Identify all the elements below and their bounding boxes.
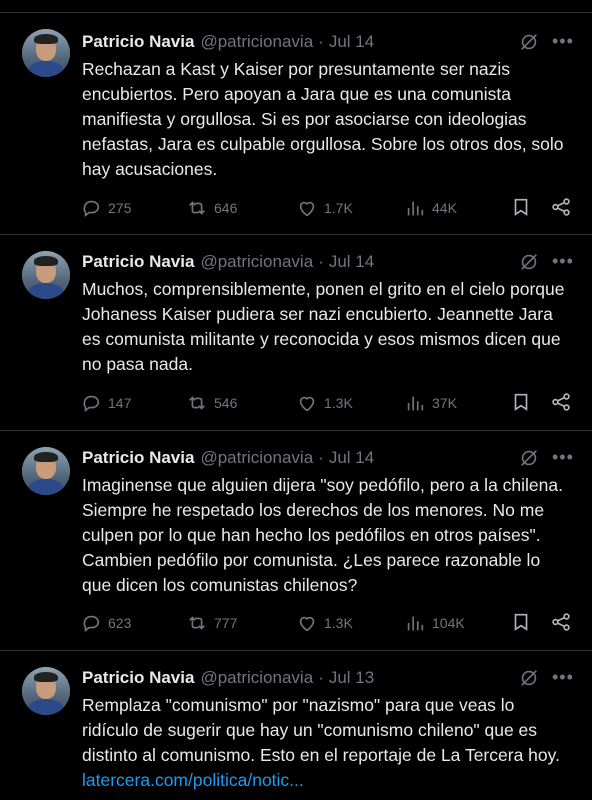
views-icon <box>407 396 424 411</box>
reply-button[interactable]: 623 <box>80 611 131 635</box>
tweet-2[interactable]: Patricio Navia @patricionavia · Jul 14 •… <box>0 234 592 430</box>
repost-icon <box>189 616 205 630</box>
tweet-3[interactable]: Patricio Navia @patricionavia · Jul 14 •… <box>0 430 592 650</box>
like-button[interactable]: 1.3K <box>296 611 353 635</box>
author-name[interactable]: Patricio Navia <box>82 448 194 468</box>
tweet-date[interactable]: Jul 14 <box>329 252 374 272</box>
tweet-date[interactable]: Jul 14 <box>329 448 374 468</box>
repost-icon <box>189 396 205 410</box>
reply-icon <box>83 615 100 632</box>
more-icon[interactable]: ••• <box>552 250 573 272</box>
tweet-link[interactable]: latercera.com/politica/notic... <box>82 770 304 790</box>
reply-icon <box>83 200 100 217</box>
author-name[interactable]: Patricio Navia <box>82 32 194 52</box>
view-count: 37K <box>432 395 457 411</box>
grok-icon[interactable] <box>518 667 540 689</box>
author-handle[interactable]: @patricionavia <box>200 252 313 272</box>
reply-count: 147 <box>108 395 132 411</box>
tweet-text: Imaginense que alguien dijera "soy pedóf… <box>82 475 563 595</box>
repost-icon <box>189 201 205 215</box>
reply-count: 623 <box>108 615 132 631</box>
like-count: 1.7K <box>324 200 353 216</box>
repost-count: 546 <box>214 395 238 411</box>
tweet-date[interactable]: Jul 14 <box>329 32 374 52</box>
tweet-text: Muchos, comprensiblemente, ponen el grit… <box>82 279 565 374</box>
views-button[interactable]: 104K <box>404 611 465 635</box>
tweet-text: Rechazan a Kast y Kaiser por presuntamen… <box>82 59 564 179</box>
views-icon <box>407 616 424 631</box>
tweet-date[interactable]: Jul 13 <box>329 668 374 688</box>
share-icon[interactable] <box>550 391 572 415</box>
views-button[interactable]: 44K <box>404 196 457 220</box>
reply-count: 275 <box>108 200 132 216</box>
more-icon[interactable]: ••• <box>552 30 573 52</box>
share-icon[interactable] <box>550 196 572 220</box>
repost-count: 646 <box>214 200 238 216</box>
like-button[interactable]: 1.3K <box>296 391 353 415</box>
author-handle[interactable]: @patricionavia <box>200 448 313 468</box>
tweet-header: Patricio Navia @patricionavia · Jul 14 <box>82 251 374 273</box>
bookmark-icon[interactable] <box>510 391 532 415</box>
tweet-header: Patricio Navia @patricionavia · Jul 14 <box>82 31 374 53</box>
grok-icon[interactable] <box>518 251 540 273</box>
avatar[interactable] <box>22 667 70 715</box>
views-icon <box>407 201 424 216</box>
avatar[interactable] <box>22 447 70 495</box>
author-name[interactable]: Patricio Navia <box>82 668 194 688</box>
like-icon <box>299 616 315 632</box>
like-count: 1.3K <box>324 395 353 411</box>
tweet-header: Patricio Navia @patricionavia · Jul 13 <box>82 667 374 689</box>
reply-button[interactable]: 147 <box>80 391 131 415</box>
more-icon[interactable]: ••• <box>552 666 573 688</box>
like-icon <box>299 396 315 412</box>
avatar[interactable] <box>22 251 70 299</box>
like-icon <box>299 201 315 217</box>
tweet-body: Remplaza "comunismo" por "nazismo" para … <box>82 695 560 765</box>
separator: · <box>318 668 324 687</box>
separator: · <box>318 32 324 51</box>
more-icon[interactable]: ••• <box>552 446 573 468</box>
reply-icon <box>83 395 100 412</box>
tweet-feed: Patricio Navia @patricionavia · Jul 14 •… <box>0 0 592 800</box>
author-name[interactable]: Patricio Navia <box>82 252 194 272</box>
repost-button[interactable]: 777 <box>186 611 237 635</box>
repost-button[interactable]: 646 <box>186 196 237 220</box>
separator: · <box>318 252 324 271</box>
reply-button[interactable]: 275 <box>80 196 131 220</box>
bookmark-icon[interactable] <box>510 196 532 220</box>
like-button[interactable]: 1.7K <box>296 196 353 220</box>
avatar[interactable] <box>22 29 70 77</box>
author-handle[interactable]: @patricionavia <box>200 668 313 688</box>
tweet-actions: 275 646 1.7K 44K <box>80 196 576 220</box>
view-count: 104K <box>432 615 465 631</box>
tweet-text: Remplaza "comunismo" por "nazismo" para … <box>82 693 572 793</box>
tweet-header: Patricio Navia @patricionavia · Jul 14 <box>82 447 374 469</box>
view-count: 44K <box>432 200 457 216</box>
repost-button[interactable]: 546 <box>186 391 237 415</box>
grok-icon[interactable] <box>518 447 540 469</box>
tweet-1[interactable]: Patricio Navia @patricionavia · Jul 14 •… <box>0 12 592 234</box>
grok-icon[interactable] <box>518 31 540 53</box>
share-icon[interactable] <box>550 611 572 635</box>
tweet-4[interactable]: Patricio Navia @patricionavia · Jul 13 •… <box>0 650 592 800</box>
like-count: 1.3K <box>324 615 353 631</box>
tweet-actions: 623 777 1.3K 104K <box>80 611 576 635</box>
author-handle[interactable]: @patricionavia <box>200 32 313 52</box>
views-button[interactable]: 37K <box>404 391 457 415</box>
separator: · <box>318 448 324 467</box>
tweet-actions: 147 546 1.3K 37K <box>80 391 576 415</box>
bookmark-icon[interactable] <box>510 611 532 635</box>
repost-count: 777 <box>214 615 238 631</box>
